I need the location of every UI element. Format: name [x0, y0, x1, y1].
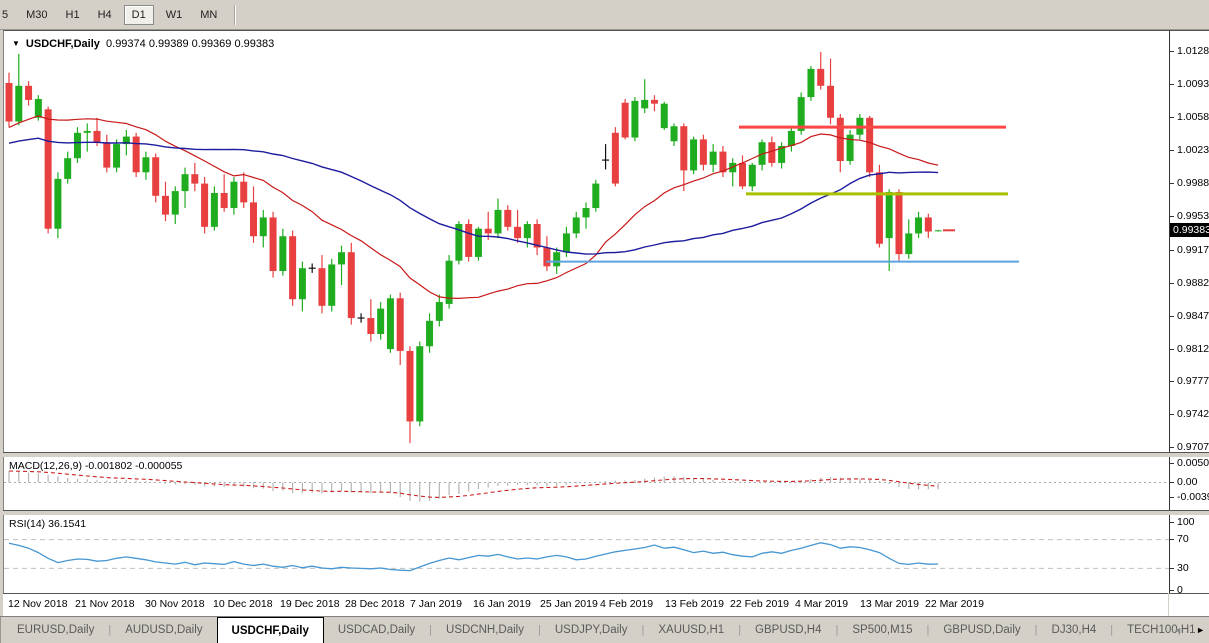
- symbol-tab-eurusd-daily[interactable]: EURUSD,Daily: [3, 617, 108, 643]
- date-axis-label: 28 Dec 2018: [345, 598, 405, 610]
- price-tick: [1170, 51, 1174, 53]
- rsi-axis-label: 100: [1177, 516, 1195, 528]
- rsi-tick: [1170, 567, 1174, 569]
- mt4-terminal: 5 M30 H1 H4 D1 W1 MN ▼ USDCHF,Daily 0.99374 0.9…: [0, 0, 1209, 643]
- price-axis-label: 0.98470: [1177, 309, 1209, 322]
- symbol-tab-gbpusd-h4[interactable]: GBPUSD,H4: [741, 617, 835, 643]
- date-axis-label: 19 Dec 2018: [280, 598, 340, 610]
- macd-axis: 0.005053 0.00-0.003909: [1169, 457, 1209, 510]
- date-axis-label: 12 Nov 2018: [8, 598, 68, 610]
- candlestick-chart-canvas[interactable]: [4, 31, 1169, 452]
- price-axis-label: 1.00580: [1177, 111, 1209, 124]
- price-axis-label: 0.97770: [1177, 375, 1209, 388]
- price-tick: [1170, 150, 1174, 152]
- symbol-tab-usdcad-daily[interactable]: USDCAD,Daily: [324, 617, 429, 643]
- macd-tick: [1170, 482, 1174, 484]
- price-axis-label: 0.98820: [1177, 276, 1209, 289]
- chart-symbol-label: USDCHF,Daily: [25, 38, 100, 50]
- rsi-chart-canvas[interactable]: [4, 515, 1169, 593]
- timeframe-button-h1[interactable]: H1: [60, 6, 86, 24]
- macd-tick: [1170, 496, 1174, 498]
- toolbar-separator: [234, 4, 237, 25]
- price-tick: [1170, 315, 1174, 317]
- price-axis: 1.01280 1.00930 1.00580 1.00230 0.99880 0.995…: [1169, 30, 1209, 453]
- symbol-tab-sp500-m15[interactable]: SP500,M15: [838, 617, 926, 643]
- tab-scroll-left-icon[interactable]: ◄: [1173, 622, 1182, 638]
- chart-tabbar: EURUSD,Daily | AUDUSD,Daily USDCHF,Daily USD…: [0, 616, 1209, 643]
- price-tick: [1170, 447, 1174, 449]
- date-axis-label: 16 Jan 2019: [473, 598, 531, 610]
- current-price-tag: 0.99383: [1170, 223, 1209, 238]
- timeframe-button-w1[interactable]: W1: [160, 6, 189, 24]
- date-axis-label: 7 Jan 2019: [410, 598, 462, 610]
- tab-scroll-right-icon[interactable]: ►: [1196, 622, 1205, 638]
- macd-tick: [1170, 462, 1174, 464]
- price-tick: [1170, 183, 1174, 185]
- symbol-tab-dj30-h4[interactable]: DJ30,H4: [1038, 617, 1111, 643]
- timeframe-button-m30[interactable]: M30: [20, 6, 53, 24]
- date-axis-label: 13 Feb 2019: [665, 598, 724, 610]
- macd-values: -0.001802 -0.000055: [84, 460, 183, 472]
- date-axis-label: 22 Mar 2019: [925, 598, 984, 610]
- price-axis-label: 0.97420: [1177, 408, 1209, 421]
- main-chart-panel[interactable]: ▼ USDCHF,Daily 0.99374 0.99389 0.99369 0.…: [3, 30, 1169, 452]
- price-tick: [1170, 84, 1174, 86]
- price-axis-label: 1.00230: [1177, 144, 1209, 157]
- axis-corner: [1169, 593, 1209, 616]
- rsi-label: RSI(14) 36.1541: [9, 518, 87, 530]
- timeframe-toolbar: 5 M30 H1 H4 D1 W1 MN: [0, 0, 1209, 30]
- price-axis-label: 1.00930: [1177, 78, 1209, 91]
- price-axis-label: 0.99170: [1177, 243, 1209, 256]
- timeframe-button-5[interactable]: 5: [0, 6, 14, 24]
- price-tick: [1170, 215, 1174, 217]
- date-axis-label: 4 Mar 2019: [795, 598, 849, 610]
- rsi-tick: [1170, 522, 1174, 523]
- chart-collapse-arrow-icon[interactable]: ▼: [12, 39, 20, 48]
- price-axis-label: 1.01280: [1177, 45, 1209, 58]
- date-axis: 12 Nov 2018 21 Nov 2018 30 Nov 2018 10 Dec …: [3, 593, 1168, 616]
- timeframe-button-mn[interactable]: MN: [194, 6, 223, 24]
- macd-label: MACD(12,26,9) -0.001802 -0.000055: [9, 460, 183, 472]
- price-tick: [1170, 282, 1174, 284]
- date-axis-label: 10 Dec 2018: [213, 598, 273, 610]
- symbol-tab-xauusd-h1[interactable]: XAUUSD,H1: [644, 617, 738, 643]
- date-axis-label: 25 Jan 2019: [540, 598, 598, 610]
- timeframe-button-d1[interactable]: D1: [123, 4, 154, 25]
- price-axis-label: 0.99530: [1177, 209, 1209, 222]
- price-tick: [1170, 348, 1174, 350]
- chart-title: ▼ USDCHF,Daily 0.99374 0.99389 0.99369 0.…: [12, 38, 274, 50]
- date-axis-label: 13 Mar 2019: [860, 598, 919, 610]
- price-axis-label: 0.98120: [1177, 342, 1209, 355]
- price-tick: [1170, 381, 1174, 383]
- rsi-tick: [1170, 589, 1174, 591]
- chart-ohlc-values: 0.99374 0.99389 0.99369 0.99383: [106, 38, 275, 50]
- macd-axis-label: -0.003909: [1177, 490, 1209, 503]
- symbol-tab-gbpusd-daily[interactable]: GBPUSD,Daily: [929, 617, 1034, 643]
- rsi-axis: 100 70 30 0: [1169, 515, 1209, 596]
- price-tick: [1170, 117, 1174, 119]
- symbol-tab-usdcnh-daily[interactable]: USDCNH,Daily: [432, 617, 538, 643]
- macd-axis-label: 0.005053: [1177, 456, 1209, 469]
- rsi-axis-label: 70: [1177, 533, 1189, 546]
- rsi-axis-label: 30: [1177, 561, 1189, 574]
- tab-stub[interactable]: [0, 617, 1, 643]
- symbol-tab-usdjpy-daily[interactable]: USDJPY,Daily: [541, 617, 642, 643]
- macd-axis-label: 0.00: [1177, 476, 1198, 489]
- price-tick: [1170, 414, 1174, 416]
- rsi-tick: [1170, 539, 1174, 541]
- price-tick: [1170, 249, 1174, 251]
- date-axis-label: 30 Nov 2018: [145, 598, 205, 610]
- rsi-panel[interactable]: RSI(14) 36.1541: [3, 515, 1169, 593]
- symbol-tab-usdchf-daily[interactable]: USDCHF,Daily: [216, 617, 324, 643]
- rsi-value: 36.1541: [48, 518, 87, 530]
- timeframe-button-h4[interactable]: H4: [92, 6, 118, 24]
- price-axis-label: 0.99880: [1177, 177, 1209, 190]
- date-axis-label: 22 Feb 2019: [730, 598, 789, 610]
- symbol-tab-audusd-daily[interactable]: AUDUSD,Daily: [111, 617, 216, 643]
- macd-panel[interactable]: MACD(12,26,9) -0.001802 -0.000055: [3, 457, 1169, 510]
- date-axis-label: 21 Nov 2018: [75, 598, 135, 610]
- date-axis-label: 4 Feb 2019: [600, 598, 654, 610]
